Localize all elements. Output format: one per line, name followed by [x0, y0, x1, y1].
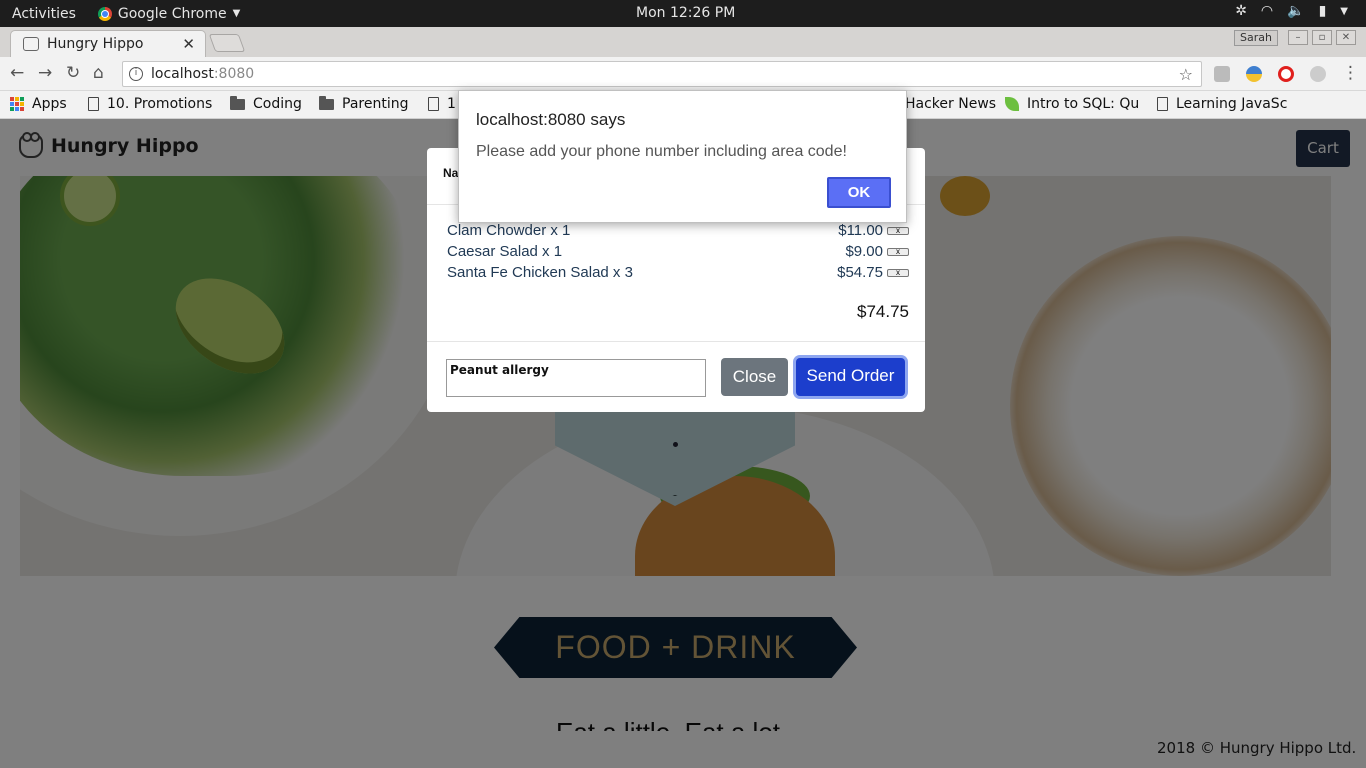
opera-extension-icon[interactable] [1278, 66, 1294, 82]
chevron-down-icon: ▼ [232, 8, 241, 19]
maximize-button[interactable]: ▫ [1312, 30, 1332, 45]
back-arrow-icon[interactable]: ← [10, 63, 24, 83]
folder-icon [230, 95, 245, 110]
remove-item-button[interactable]: x [887, 248, 909, 256]
screen: Activities Google Chrome ▼ Mon 12:26 PM … [0, 0, 1366, 768]
app-menu-label: Google Chrome [117, 5, 227, 22]
alert-title: localhost:8080 says [476, 110, 626, 129]
window-controls: – ▫ ✕ [1288, 30, 1356, 45]
order-total: $74.75 [857, 302, 909, 321]
window-close-button[interactable]: ✕ [1336, 30, 1356, 45]
activities-button[interactable]: Activities [12, 6, 76, 22]
settings-gear-icon[interactable]: ✲ [1235, 3, 1247, 19]
bookmark-learning-js[interactable]: Learning JavaSc [1157, 96, 1297, 112]
bookmark-parenting[interactable]: Parenting [319, 95, 409, 112]
close-icon[interactable]: ✕ [182, 35, 195, 53]
folder-icon [319, 95, 334, 110]
tab-strip: Hungry Hippo ✕ Sarah – ▫ ✕ [0, 27, 1366, 57]
leaf-icon [1005, 97, 1019, 111]
bookmark-apps[interactable]: Apps [10, 96, 67, 112]
bookmark-label: Parenting [342, 96, 409, 112]
apps-grid-icon [10, 97, 24, 111]
page-icon [428, 97, 439, 111]
bookmark-label: Coding [253, 96, 302, 112]
python-extension-icon[interactable] [1246, 66, 1262, 82]
bookmark-intro-sql[interactable]: Intro to SQL: Qu [1005, 96, 1143, 112]
alert-ok-button[interactable]: OK [827, 177, 891, 208]
order-item-name: Santa Fe Chicken Salad x 3 [447, 264, 633, 281]
order-item: Santa Fe Chicken Salad x 3 $54.75 x [447, 264, 909, 284]
system-top-bar: Activities Google Chrome ▼ Mon 12:26 PM … [0, 0, 1366, 27]
bookmark-hacker-news[interactable]: Hacker News [905, 96, 996, 112]
url-port: :8080 [213, 66, 255, 82]
address-bar[interactable]: i localhost:8080 ☆ [122, 61, 1202, 87]
profile-button[interactable]: Sarah [1234, 30, 1278, 46]
new-tab-button[interactable] [208, 34, 246, 52]
app-menu[interactable]: Google Chrome ▼ [97, 5, 241, 22]
send-order-button[interactable]: Send Order [796, 358, 905, 396]
bookmark-promotions[interactable]: 10. Promotions [88, 96, 212, 112]
forward-arrow-icon[interactable]: → [38, 63, 52, 83]
order-item: Caesar Salad x 1 $9.00 x [447, 243, 909, 263]
volume-icon: 🔈 [1287, 3, 1305, 19]
url-host: localhost [151, 66, 214, 82]
bookmark-star-icon[interactable]: ☆ [1179, 65, 1193, 84]
order-item-price: $11.00 [838, 222, 883, 239]
browser-toolbar: ← → ↻ ⌂ i localhost:8080 ☆ ⋮ [0, 57, 1366, 91]
chevron-down-icon: ▼ [1340, 5, 1348, 17]
wifi-icon: ◠ [1260, 3, 1274, 19]
bookmark-label: Learning JavaSc [1176, 96, 1288, 112]
bookmark-label: Apps [32, 96, 67, 112]
bookmark-label: Hacker News [905, 96, 997, 112]
battery-icon: ▮ [1318, 3, 1327, 19]
bookmark-label: 1 [447, 96, 456, 112]
modal-footer: Peanut allergy Close Send Order [427, 341, 925, 412]
modal-header-text: Na [443, 166, 459, 180]
order-item-name: Caesar Salad x 1 [447, 243, 563, 260]
remove-item-button[interactable]: x [887, 269, 909, 277]
browser-tab[interactable]: Hungry Hippo ✕ [10, 30, 206, 57]
menu-dots-icon[interactable]: ⋮ [1342, 63, 1359, 83]
minimize-button[interactable]: – [1288, 30, 1308, 45]
chrome-icon [97, 6, 112, 21]
order-item: Clam Chowder x 1 $11.00 x [447, 222, 909, 242]
system-tray[interactable]: ✲ ◠ 🔈 ▮ ▼ [1235, 3, 1348, 19]
order-item-name: Clam Chowder x 1 [447, 222, 571, 239]
close-button[interactable]: Close [721, 358, 788, 396]
order-item-price: $54.75 [837, 264, 883, 281]
reload-icon[interactable]: ↻ [66, 63, 80, 83]
clock[interactable]: Mon 12:26 PM [636, 5, 735, 21]
remove-item-button[interactable]: x [887, 227, 909, 235]
tab-title: Hungry Hippo [47, 36, 144, 52]
extension-icon[interactable] [1310, 66, 1326, 82]
bookmark-item[interactable]: 1 [428, 96, 456, 112]
home-icon[interactable]: ⌂ [93, 63, 104, 83]
bookmark-label: Intro to SQL: Qu [1027, 96, 1140, 112]
extension-icon[interactable] [1214, 66, 1230, 82]
bookmark-label: 10. Promotions [107, 96, 213, 112]
page-icon [1157, 97, 1168, 111]
alert-message: Please add your phone number including a… [476, 143, 847, 160]
info-icon[interactable]: i [129, 67, 143, 81]
page-icon [88, 97, 99, 111]
order-item-price: $9.00 [845, 243, 883, 260]
order-notes-field[interactable]: Peanut allergy [446, 359, 706, 397]
bookmark-coding[interactable]: Coding [230, 95, 302, 112]
hippo-favicon-icon [23, 37, 39, 51]
alert-dialog: localhost:8080 says Please add your phon… [458, 90, 907, 223]
